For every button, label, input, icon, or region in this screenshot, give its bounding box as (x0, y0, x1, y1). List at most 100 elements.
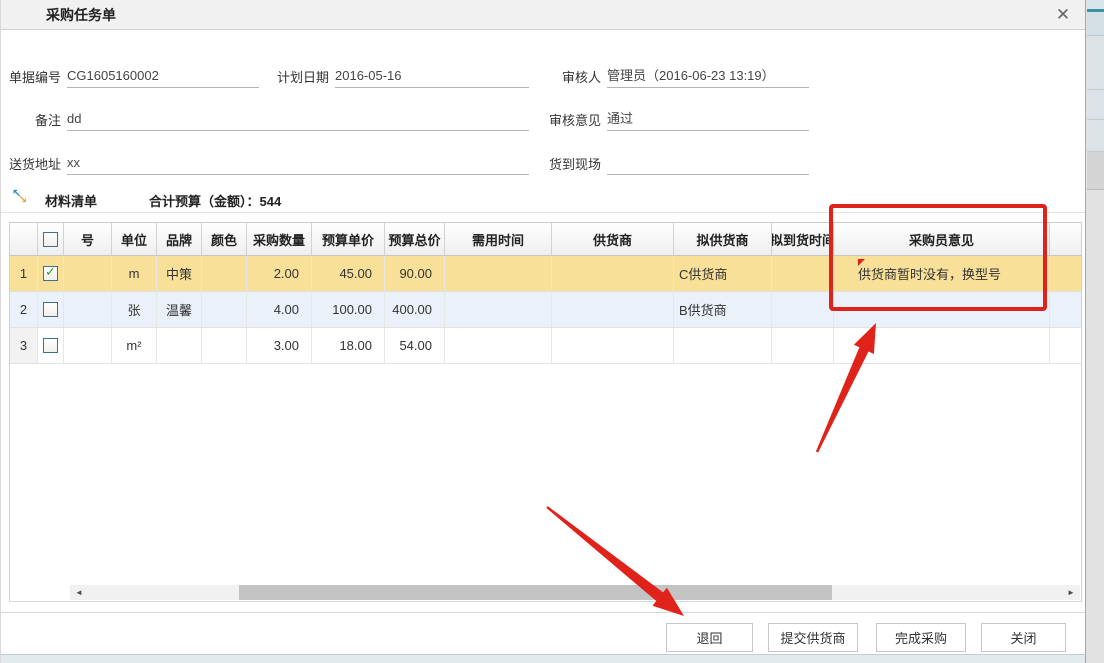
background-block (1087, 90, 1104, 120)
submit-supplier-button[interactable]: 提交供货商 (768, 623, 858, 652)
remark-input[interactable]: dd (67, 106, 529, 131)
cell-filler (1050, 328, 1081, 363)
cell-model (64, 256, 112, 291)
return-button[interactable]: 退回 (666, 623, 753, 652)
row-checkbox-cell (38, 328, 64, 363)
header-total-price[interactable]: 预算总价 (385, 223, 445, 255)
cell-proposed-arrival (772, 292, 834, 327)
cell-brand (157, 328, 202, 363)
cell-unit: m (112, 256, 157, 291)
row-number: 2 (10, 292, 38, 327)
cell-filler (1050, 292, 1081, 327)
cell-proposed-arrival (772, 256, 834, 291)
background-block (1087, 190, 1104, 663)
background-block (1087, 152, 1104, 190)
cell-total-price: 90.00 (385, 256, 445, 291)
purchase-task-dialog: 采购任务单 ✕ 单据编号 CG1605160002 计划日期 2016-05-1… (0, 0, 1086, 663)
complete-purchase-button[interactable]: 完成采购 (876, 623, 966, 652)
table-row[interactable]: 3 m² 3.00 18.00 54.00 (10, 328, 1081, 364)
cell-color (202, 328, 247, 363)
cell-buyer-opinion (834, 328, 1050, 363)
row-number: 1 (10, 256, 38, 291)
header-proposed-arrival[interactable]: 拟到货时间 (772, 223, 834, 255)
header-filler (1050, 223, 1081, 255)
cell-proposed-supplier (674, 328, 772, 363)
doc-no-input[interactable]: CG1605160002 (67, 63, 259, 88)
cell-proposed-supplier: C供货商 (674, 256, 772, 291)
cell-proposed-arrival (772, 328, 834, 363)
cell-qty: 4.00 (247, 292, 312, 327)
row-checkbox-cell (38, 292, 64, 327)
cell-brand: 温馨 (157, 292, 202, 327)
audit-opinion-input[interactable]: 通过 (607, 106, 809, 131)
cell-total-price: 400.00 (385, 292, 445, 327)
auditor-input[interactable]: 管理员（2016-06-23 13:19） (607, 63, 809, 88)
row-checkbox-checked[interactable]: ✓ (43, 266, 58, 281)
row-number: 3 (10, 328, 38, 363)
row-checkbox-unchecked[interactable] (43, 302, 58, 317)
audit-opinion-label: 审核意见 (531, 110, 601, 129)
header-rownum (10, 223, 38, 255)
cell-supplier (552, 292, 674, 327)
cell-buyer-opinion: 供货商暂时没有，换型号 (834, 256, 1050, 291)
dialog-bottom-strip (1, 654, 1085, 663)
section-title: 材料清单 (45, 191, 97, 210)
dialog-title: 采购任务单 (46, 0, 116, 30)
arrival-site-input[interactable] (607, 150, 809, 175)
header-proposed-supplier[interactable]: 拟供货商 (674, 223, 772, 255)
delivery-address-label: 送货地址 (1, 154, 61, 173)
doc-no-label: 单据编号 (1, 67, 61, 86)
cell-unit: 张 (112, 292, 157, 327)
scroll-left-icon[interactable]: ◄ (72, 585, 86, 600)
cell-need-time (445, 328, 552, 363)
header-qty[interactable]: 采购数量 (247, 223, 312, 255)
table-header-row: 号 单位 品牌 颜色 采购数量 预算单价 预算总价 需用时间 供货商 拟供货商 … (10, 222, 1081, 256)
background-block (1087, 12, 1104, 36)
cell-unit: m² (112, 328, 157, 363)
select-all-checkbox[interactable] (43, 232, 58, 247)
plan-date-input[interactable]: 2016-05-16 (335, 63, 529, 88)
cell-need-time (445, 256, 552, 291)
comment-marker-icon (858, 259, 865, 266)
cell-unit-price: 45.00 (312, 256, 385, 291)
cell-model (64, 328, 112, 363)
check-icon: ✓ (45, 264, 56, 280)
background-block (1087, 36, 1104, 90)
cell-model (64, 292, 112, 327)
cell-proposed-supplier: B供货商 (674, 292, 772, 327)
header-need-time[interactable]: 需用时间 (445, 223, 552, 255)
cell-supplier (552, 328, 674, 363)
table-row[interactable]: 1 ✓ m 中策 2.00 45.00 90.00 C供货商 供货商暂时没有，换… (10, 256, 1081, 292)
header-supplier[interactable]: 供货商 (552, 223, 674, 255)
cell-color (202, 292, 247, 327)
background-block (1087, 0, 1104, 9)
header-unit-price[interactable]: 预算单价 (312, 223, 385, 255)
plan-date-label: 计划日期 (263, 67, 329, 86)
row-checkbox-unchecked[interactable] (43, 338, 58, 353)
cell-color (202, 256, 247, 291)
scrollbar-thumb[interactable] (239, 585, 832, 600)
material-list-section-header: ↖ ↘ 材料清单 合计预算（金额）：544 (1, 189, 1085, 213)
arrow-se-icon: ↘ (18, 193, 27, 206)
cell-need-time (445, 292, 552, 327)
header-brand[interactable]: 品牌 (157, 223, 202, 255)
header-buyer-opinion[interactable]: 采购员意见 (834, 223, 1050, 255)
cell-brand: 中策 (157, 256, 202, 291)
table-row[interactable]: 2 张 温馨 4.00 100.00 400.00 B供货商 (10, 292, 1081, 328)
expand-arrows-icon[interactable]: ↖ ↘ (13, 191, 30, 208)
close-button[interactable]: 关闭 (981, 623, 1066, 652)
dialog-titlebar: 采购任务单 ✕ (1, 0, 1085, 30)
cell-qty: 2.00 (247, 256, 312, 291)
close-icon[interactable]: ✕ (1051, 3, 1075, 27)
header-model[interactable]: 号 (64, 223, 112, 255)
horizontal-scrollbar[interactable]: ◄ ► (70, 585, 1080, 600)
footer-divider (1, 612, 1085, 613)
delivery-address-input[interactable]: xx (67, 150, 529, 175)
material-table: 号 单位 品牌 颜色 采购数量 预算单价 预算总价 需用时间 供货商 拟供货商 … (9, 222, 1082, 602)
header-color[interactable]: 颜色 (202, 223, 247, 255)
header-unit[interactable]: 单位 (112, 223, 157, 255)
budget-total-text: 合计预算（金额）：544 (149, 191, 281, 210)
scroll-right-icon[interactable]: ► (1064, 585, 1078, 600)
cell-unit-price: 18.00 (312, 328, 385, 363)
arrival-site-label: 货到现场 (531, 154, 601, 173)
